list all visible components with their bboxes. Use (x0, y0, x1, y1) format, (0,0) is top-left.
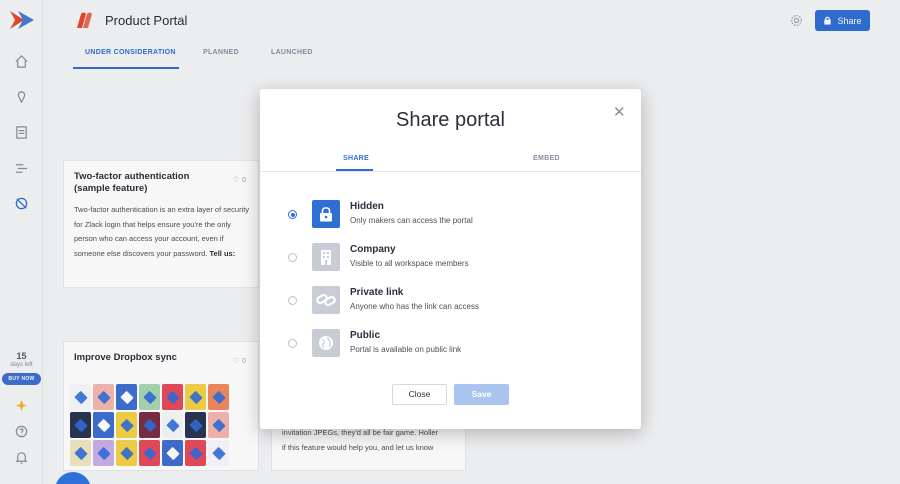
option-description: Visible to all workspace members (350, 259, 469, 268)
lock-icon (312, 200, 340, 228)
radio-company[interactable] (288, 253, 297, 262)
radio-public[interactable] (288, 339, 297, 348)
tab-embed[interactable]: EMBED (533, 155, 560, 162)
option-private-link[interactable]: Private link Anyone who has the link can… (288, 286, 618, 316)
option-description: Portal is available on public link (350, 345, 462, 354)
option-description: Anyone who has the link can access (350, 302, 479, 311)
option-title: Public (350, 330, 381, 341)
radio-hidden[interactable] (288, 210, 297, 219)
close-icon[interactable]: ✕ (613, 103, 626, 121)
globe-icon (312, 329, 340, 357)
link-icon (312, 286, 340, 314)
option-title: Hidden (350, 201, 384, 212)
close-button[interactable]: Close (392, 384, 447, 405)
option-company[interactable]: Company Visible to all workspace members (288, 243, 618, 273)
building-icon (312, 243, 340, 271)
option-public[interactable]: Public Portal is available on public lin… (288, 329, 618, 359)
save-button[interactable]: Save (454, 384, 509, 405)
radio-private-link[interactable] (288, 296, 297, 305)
option-hidden[interactable]: Hidden Only makers can access the portal (288, 200, 618, 230)
modal-divider (260, 171, 641, 172)
share-portal-modal: Share portal ✕ SHARE EMBED Hidden Only m… (260, 89, 641, 429)
option-description: Only makers can access the portal (350, 216, 473, 225)
option-title: Private link (350, 287, 404, 298)
option-title: Company (350, 244, 396, 255)
tab-share[interactable]: SHARE (343, 155, 369, 162)
modal-title: Share portal (396, 109, 505, 131)
